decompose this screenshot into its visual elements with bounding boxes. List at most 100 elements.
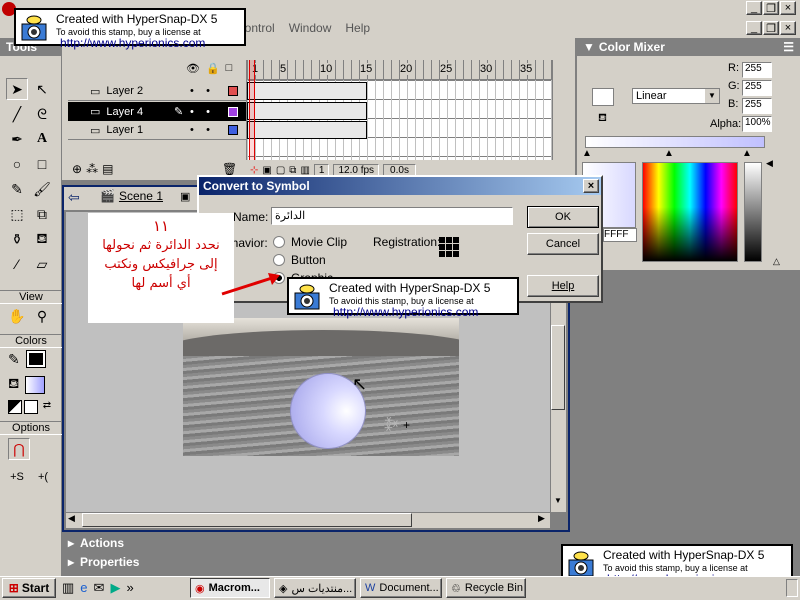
more-chevron-icon[interactable]: » [126, 580, 133, 596]
swap-colors-icon[interactable]: ⇄ [40, 400, 54, 414]
r-input[interactable]: 255 [742, 62, 772, 78]
help-button[interactable]: Help [527, 275, 599, 297]
start-button[interactable]: ⊞ Start [2, 578, 56, 598]
hscroll-left-icon[interactable]: ◀ [68, 513, 75, 524]
cancel-button[interactable]: Cancel [527, 233, 599, 255]
brush-tool-icon[interactable]: 🖌 [31, 178, 53, 200]
back-arrow-icon[interactable]: ⇦ [68, 189, 80, 206]
restore-button[interactable]: ❐ [763, 1, 779, 15]
vscroll-thumb[interactable] [551, 325, 565, 410]
minimize-button[interactable]: _ [746, 1, 762, 15]
free-transform-tool-icon[interactable]: ⬚ [6, 203, 28, 225]
taskbar-item-macromedia[interactable]: ◉ Macrom... [190, 578, 270, 598]
delete-layer-icon[interactable]: 🗑 [222, 162, 237, 176]
taskbar-item-recycle-bin[interactable]: ♲ Recycle Bin [446, 578, 526, 598]
eraser-tool-icon[interactable]: ▱ [31, 253, 53, 275]
subselect-tool-icon[interactable]: ↖ [31, 78, 53, 100]
eye-icon[interactable]: 👁 [186, 62, 200, 75]
brightness-slider[interactable] [744, 162, 762, 262]
zoom-tool-icon[interactable]: ⚲ [31, 305, 53, 327]
hand-tool-icon[interactable]: ✋ [6, 305, 28, 327]
color-spectrum[interactable] [642, 162, 738, 262]
hex-field[interactable]: FFFF [603, 228, 637, 242]
close-button[interactable]: × [780, 1, 796, 15]
outline-icon[interactable]: □ [226, 62, 233, 75]
show-desktop-icon[interactable]: ▥ [62, 580, 74, 596]
layer-row-selected[interactable]: ▭ Layer 4 ✎ • • [68, 102, 246, 121]
paint-bucket-tool-icon[interactable]: ⛾ [31, 228, 53, 250]
layer-row[interactable]: ▭ Layer 1 • • [68, 121, 246, 140]
center-frame-icon[interactable]: ⊹ [250, 165, 258, 176]
onion-skin-icon[interactable]: ▣ [262, 165, 271, 176]
scene-tab[interactable]: 🎬 Scene 1 [100, 189, 163, 203]
line-tool-icon[interactable]: ╱ [6, 103, 28, 125]
registration-grid[interactable] [439, 237, 459, 257]
smooth-icon[interactable]: +S [6, 466, 28, 488]
panel-menu-icon[interactable]: ☰ [783, 40, 794, 54]
actions-panel-header[interactable]: ▸ Actions [62, 534, 576, 552]
default-colors-icon[interactable] [8, 400, 22, 414]
arrow-tool-icon[interactable]: ➤ [6, 78, 28, 100]
ink-bottle-tool-icon[interactable]: ⚱ [6, 228, 28, 250]
onion-markers-icon[interactable]: ▥ [300, 165, 309, 176]
mixer-swatch[interactable] [592, 88, 614, 106]
hscroll-right-icon[interactable]: ▶ [538, 513, 545, 524]
edit-scene-icon[interactable]: ▣ [180, 190, 190, 203]
stroke-color-swatch[interactable] [25, 350, 46, 368]
camera-icon [568, 551, 594, 577]
annotation-box: ١١ نحدد الدائرة ثم نحولها إلى جرافيكس ون… [88, 213, 234, 323]
onion-outline-icon[interactable]: ▢ [276, 165, 285, 176]
gradient-bar[interactable] [585, 136, 765, 148]
rectangle-tool-icon[interactable]: □ [31, 153, 53, 175]
add-folder-icon[interactable]: ▤ [102, 162, 113, 176]
fill-type-select[interactable]: Linear ▼ [632, 88, 720, 104]
add-layer-icon[interactable]: ⊕ [72, 162, 82, 176]
doc-minimize-button[interactable]: _ [746, 21, 762, 35]
snap-magnet-icon[interactable]: ⋂ [8, 438, 30, 460]
no-color-icon[interactable] [24, 400, 38, 414]
dialog-close-button[interactable]: × [583, 179, 599, 193]
properties-panel-header[interactable]: ▸ Properties [62, 553, 576, 571]
stage-canvas[interactable]: ⁂ + [183, 318, 459, 456]
gradient-pointer[interactable]: ▲ [742, 148, 752, 159]
options-buttons: +S +( [6, 466, 54, 488]
b-input[interactable]: 255 [742, 98, 772, 114]
lock-icon[interactable]: 🔒 [206, 62, 220, 75]
eyedropper-tool-icon[interactable]: ⁄ [6, 253, 28, 275]
pencil-tool-icon[interactable]: ✎ [6, 178, 28, 200]
word-icon: W [365, 582, 376, 594]
menu-window[interactable]: Window [289, 21, 332, 35]
oval-tool-icon[interactable]: ○ [6, 153, 28, 175]
straighten-icon[interactable]: +( [32, 466, 54, 488]
layer-page-icon: ▭ [90, 124, 101, 137]
lasso-tool-icon[interactable]: ᘓ [31, 103, 53, 125]
outlook-express-icon[interactable]: ✉ [94, 580, 105, 596]
name-input[interactable]: الدائرة [271, 207, 513, 225]
menu-help[interactable]: Help [345, 21, 370, 35]
doc-restore-button[interactable]: ❐ [763, 21, 779, 35]
alpha-input[interactable]: 100% [742, 116, 772, 132]
fill-transform-tool-icon[interactable]: ⧉ [31, 203, 53, 225]
timeline-scroll-right[interactable] [552, 60, 564, 160]
text-tool-icon[interactable]: A [31, 128, 53, 150]
taskbar-item-document[interactable]: W Document... [360, 578, 442, 598]
radio-button[interactable]: Button [273, 253, 326, 267]
add-guide-icon[interactable]: ⁂ [86, 162, 98, 176]
g-input[interactable]: 255 [742, 80, 772, 96]
doc-close-button[interactable]: × [780, 21, 796, 35]
vscroll-down-icon[interactable]: ▼ [551, 496, 565, 510]
hscroll-thumb[interactable] [82, 513, 412, 527]
media-player-icon[interactable]: ▶ [110, 580, 120, 596]
radio-movie-clip[interactable]: Movie Clip [273, 235, 347, 249]
gradient-pointer[interactable]: ▲ [664, 148, 674, 159]
ie-browser-icon[interactable]: e [80, 580, 87, 596]
playhead[interactable] [249, 60, 255, 160]
taskbar-item-forum[interactable]: ◈ منتديات س... [274, 578, 356, 598]
collapse-arrow-icon[interactable]: ▼ [583, 40, 595, 54]
ok-button[interactable]: OK [527, 206, 599, 228]
layer-row[interactable]: ▭ Layer 2 • • [68, 82, 246, 101]
fill-color-swatch[interactable] [25, 375, 46, 394]
edit-multiple-icon[interactable]: ⧉ [289, 165, 296, 176]
pen-tool-icon[interactable]: ✒ [6, 128, 28, 150]
gradient-pointer[interactable]: ▲ [582, 148, 592, 159]
